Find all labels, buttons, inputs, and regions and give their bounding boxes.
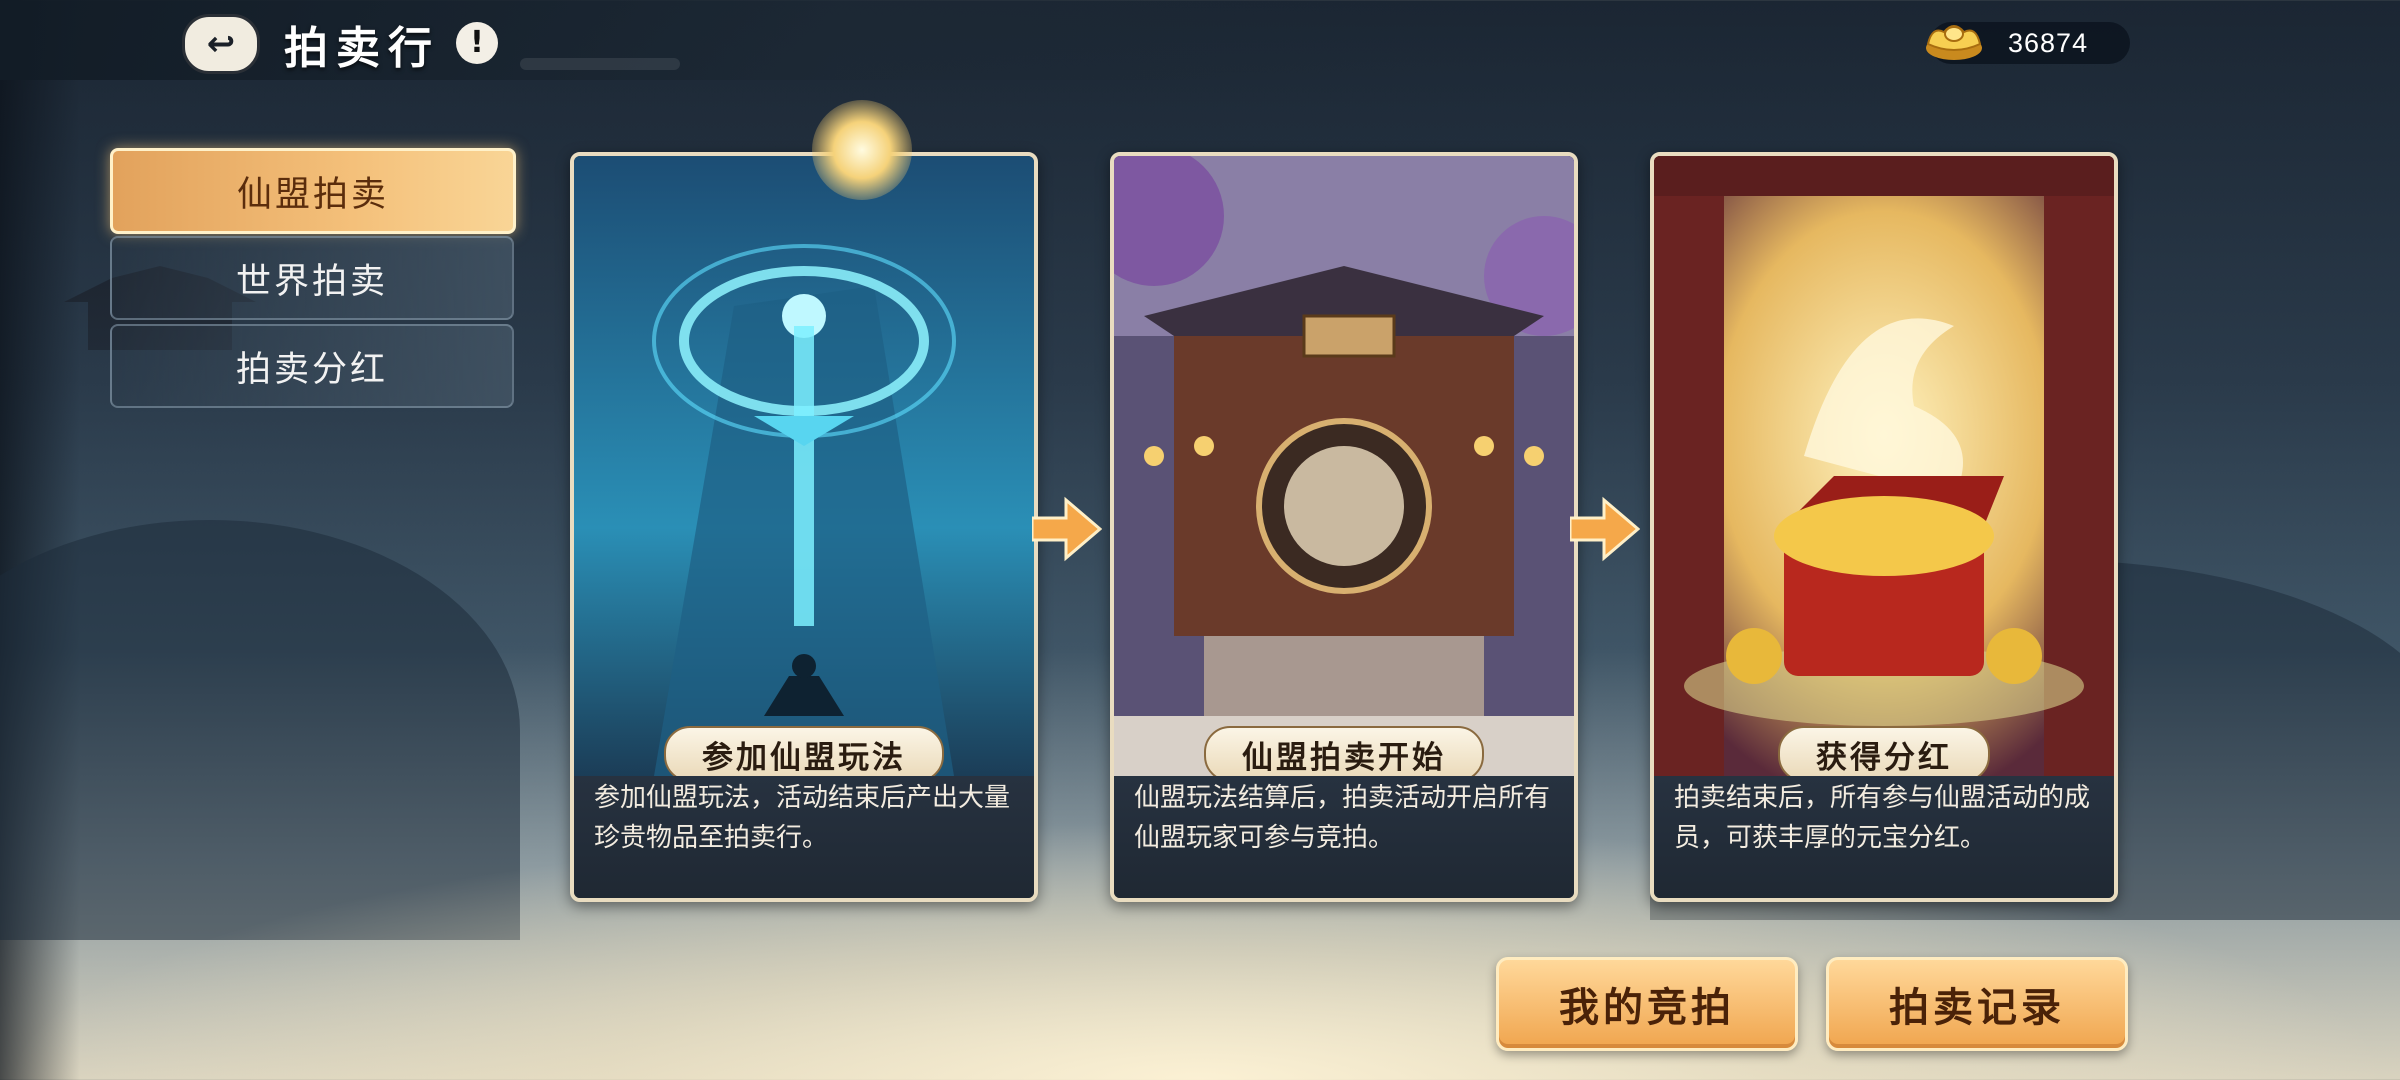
card-description: 仙盟玩法结算后，拍卖活动开启所有仙盟玩家可参与竞拍。 — [1134, 783, 1551, 853]
step-card-auction-start: 仙盟拍卖开始 仙盟玩法结算后，拍卖活动开启所有仙盟玩家可参与竞拍。 — [1110, 152, 1578, 902]
exclamation-icon: ! — [470, 25, 484, 60]
card-step-label: 参加仙盟玩法 — [664, 726, 944, 782]
card-text-panel: 仙盟玩法结算后，拍卖活动开启所有仙盟玩家可参与竞拍。 — [1114, 776, 1574, 898]
card-description: 参加仙盟玩法，活动结束后产出大量珍贵物品至拍卖行。 — [594, 783, 1011, 853]
card-text-panel: 拍卖结束后，所有参与仙盟活动的成员，可获丰厚的元宝分红。 — [1654, 776, 2114, 898]
card-illustration-sword — [574, 156, 1034, 776]
card-illustration-treasure-chest — [1654, 156, 2114, 776]
step-card-dividend: 获得分红 拍卖结束后，所有参与仙盟活动的成员，可获丰厚的元宝分红。 — [1650, 152, 2118, 902]
title-decoration — [520, 58, 680, 70]
tab-label: 仙盟拍卖 — [236, 174, 389, 215]
arrow-right-icon — [1032, 496, 1102, 562]
tab-label: 世界拍卖 — [235, 261, 388, 302]
my-bids-button[interactable]: 我的竞拍 — [1496, 957, 1798, 1051]
auction-records-button[interactable]: 拍卖记录 — [1826, 957, 2128, 1051]
card-step-label: 获得分红 — [1778, 726, 1990, 782]
info-button[interactable]: ! — [456, 22, 498, 64]
currency-value: 36874 — [2008, 28, 2089, 58]
tab-world-auction[interactable]: 世界拍卖 — [110, 236, 514, 320]
back-button[interactable]: ↩ — [182, 14, 260, 74]
card-illustration-auction-hall — [1114, 156, 1574, 776]
tab-alliance-auction[interactable]: 仙盟拍卖 — [110, 148, 516, 234]
gold-ingot-icon — [1926, 25, 1982, 60]
page-title: 拍卖行 — [284, 23, 440, 74]
step-card-join: 参加仙盟玩法 参加仙盟玩法，活动结束后产出大量珍贵物品至拍卖行。 — [570, 152, 1038, 902]
arrow-right-icon — [1570, 496, 1640, 562]
back-arrow-icon: ↩ — [206, 24, 236, 64]
card-text-panel: 参加仙盟玩法，活动结束后产出大量珍贵物品至拍卖行。 — [574, 776, 1034, 898]
card-step-label: 仙盟拍卖开始 — [1204, 726, 1484, 782]
card-description: 拍卖结束后，所有参与仙盟活动的成员，可获丰厚的元宝分红。 — [1674, 783, 2091, 853]
tab-auction-dividend[interactable]: 拍卖分红 — [110, 324, 514, 408]
tab-label: 拍卖分红 — [235, 349, 388, 390]
glowing-orb-icon — [812, 100, 912, 200]
